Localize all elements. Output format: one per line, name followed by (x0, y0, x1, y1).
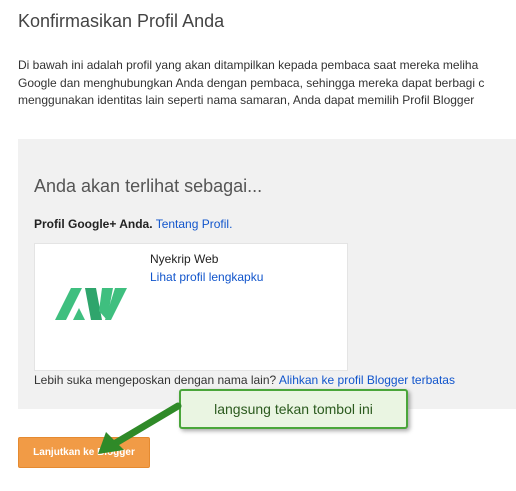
switch-blogger-profile-link[interactable]: Alihkan ke profil Blogger terbatas (279, 373, 455, 387)
annotation-arrow-icon (98, 402, 182, 454)
intro-line-3: menggunakan identitas lain seperti nama … (18, 93, 475, 107)
profile-panel: Anda akan terlihat sebagai... Profil Goo… (18, 139, 516, 409)
view-full-profile-link[interactable]: Lihat profil lengkapku (150, 270, 263, 284)
alt-profile-line: Lebih suka mengeposkan dengan nama lain?… (34, 373, 455, 387)
annotation-callout: langsung tekan tombol ini (179, 389, 408, 429)
nyekrip-logo-icon (55, 288, 127, 320)
alt-profile-text: Lebih suka mengeposkan dengan nama lain? (34, 373, 277, 387)
intro-text: Di bawah ini adalah profil yang akan dit… (18, 57, 516, 110)
profile-name: Nyekrip Web (150, 252, 219, 266)
about-profile-link[interactable]: Tentang Profil. (156, 217, 233, 231)
page-title: Konfirmasikan Profil Anda (18, 11, 225, 31)
profile-card: Nyekrip Web Lihat profil lengkapku (34, 243, 348, 371)
profile-label: Profil Google+ Anda. (34, 217, 153, 231)
intro-line-2: Google dan menghubungkan Anda dengan pem… (18, 75, 485, 90)
intro-line-1: Di bawah ini adalah profil yang akan dit… (18, 58, 479, 72)
panel-heading: Anda akan terlihat sebagai... (34, 176, 263, 196)
profile-line: Profil Google+ Anda. Tentang Profil. (34, 217, 232, 231)
